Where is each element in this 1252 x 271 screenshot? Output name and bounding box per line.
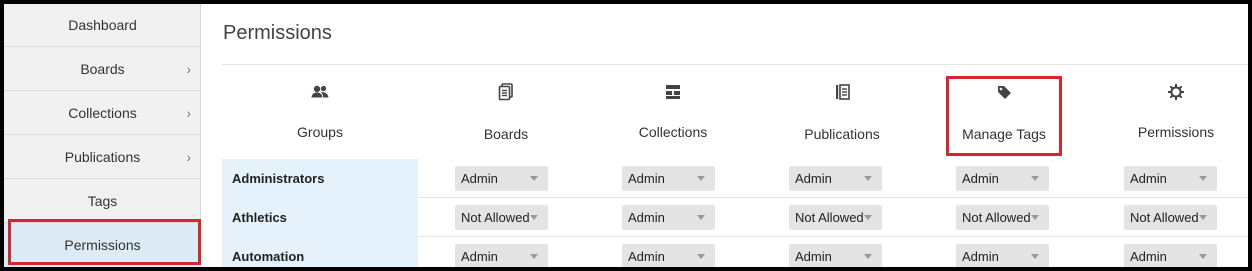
permission-select[interactable]: Not Allowed (455, 205, 548, 230)
column-header-label: Publications (804, 126, 880, 142)
column-header-collections: Collections (616, 82, 730, 152)
column-header-label: Collections (638, 124, 708, 140)
chevron-right-icon: › (186, 104, 191, 121)
chevron-down-icon (1031, 176, 1039, 181)
permission-select[interactable]: Admin (1124, 244, 1217, 267)
chevron-down-icon (1031, 215, 1039, 220)
chevron-down-icon (697, 215, 705, 220)
main-content: Permissions Groups Boards Collections Pu… (201, 4, 1248, 267)
column-header-boards: Boards (453, 82, 559, 152)
chevron-down-icon (1031, 254, 1039, 259)
chevron-down-icon (1199, 215, 1207, 220)
permission-select[interactable]: Not Allowed (789, 205, 882, 230)
highlight-box-sidebar (8, 219, 201, 265)
permission-select[interactable]: Admin (622, 244, 715, 267)
permission-select[interactable]: Admin (956, 166, 1049, 191)
column-header-label: Groups (297, 124, 343, 140)
chevron-down-icon (1199, 254, 1207, 259)
sidebar-item-label: Collections (68, 104, 137, 121)
permission-select[interactable]: Not Allowed (1124, 205, 1217, 230)
chevron-down-icon (864, 176, 872, 181)
sidebar-item-dashboard[interactable]: Dashboard (4, 4, 201, 47)
highlight-box-manage-tags (946, 76, 1062, 156)
chevron-down-icon (864, 215, 872, 220)
chevron-down-icon (697, 254, 705, 259)
permission-select[interactable]: Not Allowed (956, 205, 1049, 230)
divider (222, 64, 1248, 65)
permission-select[interactable]: Admin (622, 205, 715, 230)
permission-select[interactable]: Admin (455, 166, 548, 191)
sidebar-item-label: Publications (64, 148, 141, 165)
group-name: Administrators (222, 159, 418, 198)
sidebar-item-tags[interactable]: Tags (4, 179, 201, 223)
chevron-down-icon (530, 254, 538, 259)
sidebar-item-collections[interactable]: Collections › (4, 91, 201, 135)
chevron-right-icon: › (186, 148, 191, 165)
permission-select[interactable]: Admin (455, 244, 548, 267)
chevron-down-icon (530, 215, 538, 220)
table-row: Automation Admin Admin Admin Admin Admin (222, 237, 1248, 267)
group-name: Automation (222, 237, 418, 267)
table-row: Athletics Not Allowed Admin Not Allowed … (222, 198, 1248, 237)
permission-select[interactable]: Admin (1124, 166, 1217, 191)
group-name: Athletics (222, 198, 418, 237)
permission-select[interactable]: Admin (622, 166, 715, 191)
column-header-groups: Groups (222, 82, 418, 152)
chevron-down-icon (530, 176, 538, 181)
sidebar-item-boards[interactable]: Boards › (4, 47, 201, 91)
chevron-down-icon (1199, 176, 1207, 181)
column-header-label: Permissions (1137, 124, 1215, 140)
sidebar-item-label: Boards (80, 60, 125, 77)
users-icon (311, 85, 329, 98)
table-row: Administrators Admin Admin Admin Admin A… (222, 159, 1248, 198)
permission-select[interactable]: Admin (956, 244, 1049, 267)
page-title: Permissions (223, 22, 332, 44)
permission-select[interactable]: Admin (789, 244, 882, 267)
column-header-label: Boards (483, 126, 529, 142)
publications-icon (836, 84, 850, 100)
collections-icon (666, 85, 680, 99)
chevron-right-icon: › (186, 60, 191, 77)
boards-icon (498, 83, 513, 101)
app-window: Dashboard Boards › Collections › Publica… (4, 4, 1248, 267)
sidebar-item-label: Dashboard (68, 17, 137, 33)
sidebar-item-publications[interactable]: Publications › (4, 135, 201, 179)
sidebar-item-label: Tags (87, 192, 118, 209)
column-header-publications: Publications (787, 82, 897, 152)
chevron-down-icon (864, 254, 872, 259)
chevron-down-icon (697, 176, 705, 181)
gear-icon (1168, 84, 1184, 100)
permission-select[interactable]: Admin (789, 166, 882, 191)
column-header-permissions: Permissions (1116, 82, 1236, 152)
